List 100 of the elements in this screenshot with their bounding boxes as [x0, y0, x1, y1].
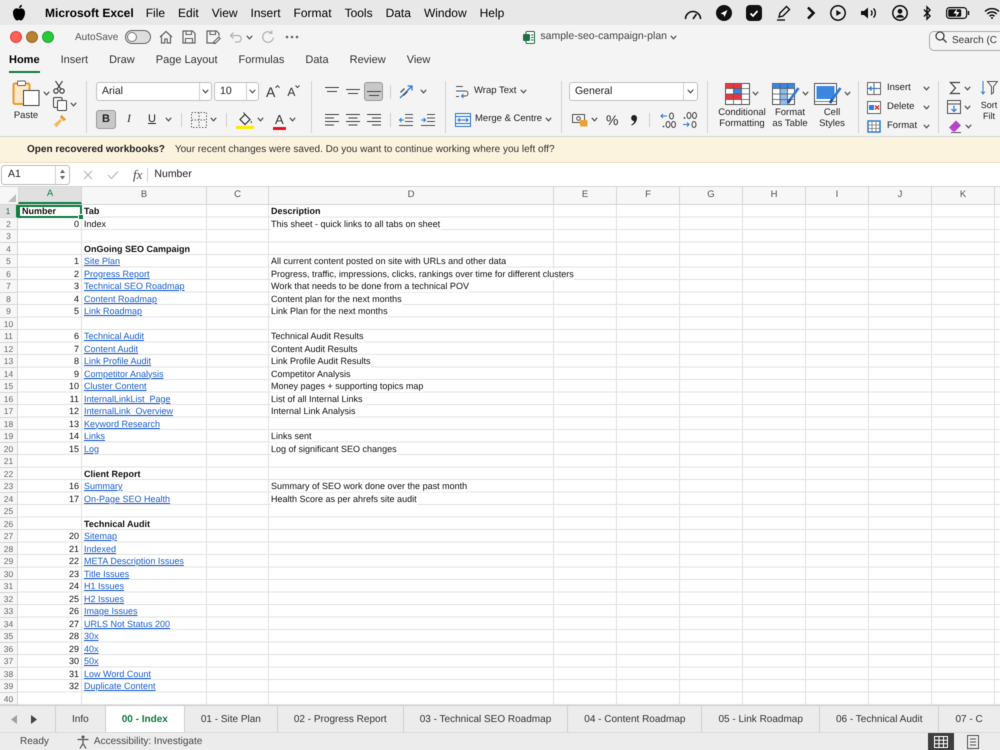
menu-item[interactable]: File [146, 4, 166, 22]
row-header[interactable]: 22 [0, 468, 18, 480]
decrease-decimal-icon[interactable] [659, 112, 678, 128]
document-title[interactable]: sample-seo-campaign-plan [540, 29, 668, 45]
wrap-text-button[interactable]: Wrap Text [455, 84, 516, 99]
menu-item[interactable]: Edit [178, 4, 199, 22]
sheet-link[interactable]: Sitemap [84, 531, 118, 542]
eraser-icon[interactable] [947, 119, 962, 133]
column-header[interactable]: D [269, 187, 554, 204]
active-cell[interactable]: Number [18, 205, 82, 218]
merge-centre-button[interactable]: Merge & Centre [455, 112, 542, 127]
increase-indent-icon[interactable] [420, 112, 436, 126]
caret-down-icon[interactable] [670, 34, 678, 40]
caret-down-icon[interactable] [202, 89, 209, 94]
row-header[interactable]: 19 [0, 430, 18, 442]
row-header[interactable]: 14 [0, 368, 18, 380]
row-header[interactable]: 12 [0, 342, 18, 355]
row-header[interactable]: 39 [0, 680, 18, 692]
menu-item[interactable]: View [212, 4, 238, 22]
italic-button[interactable]: I [119, 110, 139, 129]
sheet-link[interactable]: Keyword Research [84, 418, 160, 430]
caret-down-icon[interactable] [165, 117, 172, 122]
sum-icon[interactable] [949, 81, 961, 95]
ribbon-tab[interactable]: Formulas [238, 49, 284, 73]
name-box[interactable]: A1 [1, 164, 70, 184]
row-header[interactable]: 4 [0, 242, 18, 255]
row-header[interactable]: 13 [0, 355, 18, 368]
cell-styles-button[interactable]: Cell Styles [812, 83, 852, 129]
menu-item[interactable]: Insert [250, 4, 281, 22]
row-header[interactable]: 27 [0, 530, 18, 542]
stepper-icon[interactable] [59, 168, 66, 181]
borders-icon[interactable] [191, 112, 207, 128]
sheet-link[interactable]: Title Issues [84, 568, 130, 580]
row-header[interactable]: 11 [0, 330, 18, 342]
sheet-link[interactable]: Link Profile Audit [84, 356, 152, 367]
row-header[interactable]: 24 [0, 492, 18, 505]
row-header[interactable]: 10 [0, 318, 18, 330]
font-color-button[interactable]: A [273, 112, 286, 126]
conditional-formatting-button[interactable]: Conditional Formatting [716, 83, 768, 129]
menu-item[interactable]: Tools [344, 4, 373, 22]
caret-down-icon[interactable] [288, 117, 296, 122]
window-maximize-icon[interactable] [42, 31, 54, 43]
sheet-link[interactable]: URLS Not Status 200 [84, 618, 170, 630]
column-header[interactable]: B [82, 187, 207, 204]
sheet-link[interactable]: Indexed [84, 544, 116, 554]
column-header[interactable]: G [680, 187, 743, 204]
column-header[interactable]: K [932, 187, 995, 204]
check-square-icon[interactable] [746, 4, 762, 20]
caret-down-icon[interactable] [923, 86, 930, 90]
sheet-link[interactable]: Log [84, 444, 100, 454]
menu-item[interactable]: Format [294, 4, 332, 22]
sheet-link[interactable]: Site Plan [84, 256, 120, 267]
bluetooth-icon[interactable] [922, 4, 932, 20]
caret-down-icon[interactable] [964, 104, 971, 110]
row-header[interactable]: 7 [0, 280, 18, 292]
sheet-link[interactable]: Low Word Count [84, 668, 151, 680]
underline-button[interactable]: U [142, 110, 162, 129]
increase-decimal-icon[interactable] [681, 112, 700, 128]
column-header[interactable]: E [554, 187, 617, 204]
format-as-table-button[interactable]: Format as Table [768, 83, 812, 129]
formula-field[interactable]: Number [154, 163, 1000, 186]
pen-icon[interactable] [776, 4, 792, 20]
sheet-link[interactable]: Image Issues [84, 606, 138, 617]
paint-bucket-icon[interactable] [236, 110, 254, 128]
column-header[interactable]: F [617, 187, 680, 204]
check-icon[interactable] [107, 170, 119, 180]
row-header[interactable]: 35 [0, 630, 18, 642]
row-header[interactable]: 31 [0, 580, 18, 592]
column-header[interactable]: J [869, 187, 932, 204]
row-header[interactable]: 9 [0, 305, 18, 318]
row-header[interactable]: 25 [0, 505, 18, 518]
fill-down-icon[interactable] [947, 100, 961, 114]
accounting-icon[interactable] [572, 112, 588, 126]
row-header[interactable]: 1 [0, 205, 18, 218]
save-icon[interactable] [181, 29, 198, 45]
caret-down-icon[interactable] [545, 117, 552, 122]
normal-view-button[interactable] [928, 733, 954, 750]
sheet-link[interactable]: Content Roadmap [84, 294, 158, 304]
caret-down-icon[interactable] [923, 104, 930, 110]
sheet-link[interactable]: 30x [84, 631, 99, 642]
ribbon-tab[interactable]: Page Layout [156, 49, 218, 73]
font-size-dropdown[interactable]: 10 [214, 82, 259, 101]
format-cells-button[interactable]: Format [867, 118, 918, 134]
caret-down-icon[interactable] [43, 91, 50, 96]
row-header[interactable]: 23 [0, 480, 18, 492]
delete-cells-button[interactable]: Delete [867, 100, 914, 114]
apple-icon[interactable] [12, 4, 26, 21]
row-header[interactable]: 26 [0, 518, 18, 530]
row-header[interactable]: 30 [0, 568, 18, 580]
row-header[interactable]: 34 [0, 618, 18, 630]
sheet-link[interactable]: InternalLinkList_Page [84, 394, 171, 404]
caret-down-icon[interactable] [246, 34, 254, 40]
sheet-link[interactable]: Content Audit [84, 344, 138, 354]
more-icon[interactable] [285, 35, 300, 39]
sheet-link[interactable]: H2 Issues [84, 594, 124, 604]
caret-down-icon[interactable] [752, 91, 759, 96]
caret-down-icon[interactable] [687, 89, 694, 94]
row-header[interactable]: 32 [0, 592, 18, 605]
ribbon-tab[interactable]: Data [305, 49, 329, 73]
row-header[interactable]: 17 [0, 405, 18, 418]
